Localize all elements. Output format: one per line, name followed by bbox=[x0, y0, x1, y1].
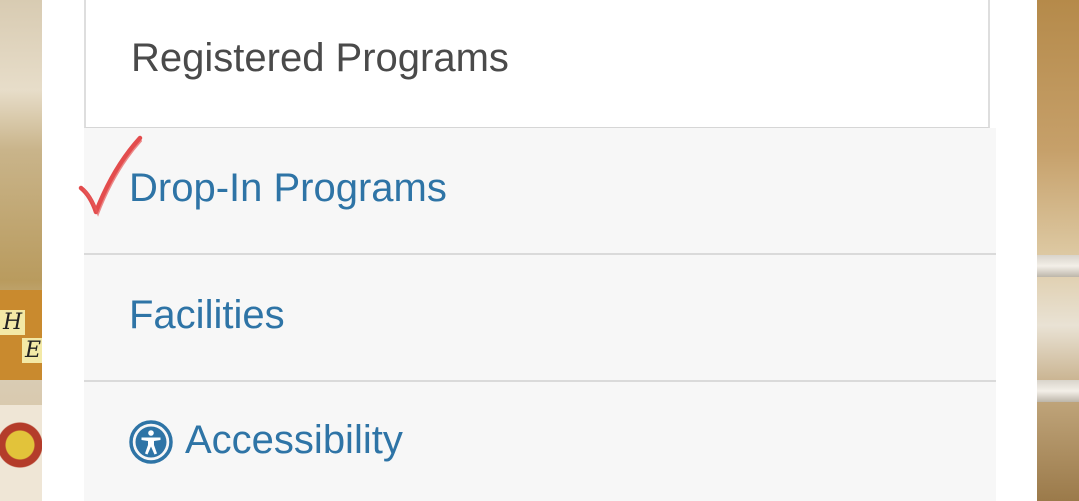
background-sign: H E bbox=[0, 290, 45, 380]
background-artwork bbox=[0, 405, 42, 501]
menu-item-drop-in-programs[interactable]: Drop-In Programs bbox=[84, 128, 996, 255]
accessibility-icon bbox=[129, 420, 173, 464]
navigation-menu: Registered Programs Drop-In Programs Fac… bbox=[84, 0, 996, 501]
background-pipe bbox=[1037, 255, 1079, 277]
menu-item-registered-programs[interactable]: Registered Programs bbox=[84, 0, 990, 128]
menu-item-facilities[interactable]: Facilities bbox=[84, 255, 996, 382]
sign-letter-tile: H bbox=[0, 310, 26, 335]
menu-item-accessibility[interactable]: Accessibility bbox=[84, 382, 996, 501]
background-pipe bbox=[1037, 380, 1079, 402]
menu-item-label: Accessibility bbox=[185, 418, 403, 462]
menu-item-label: Drop-In Programs bbox=[129, 166, 447, 210]
menu-item-label: Facilities bbox=[129, 293, 285, 337]
red-checkmark-annotation bbox=[78, 135, 143, 217]
background-photo-left: H E bbox=[0, 0, 45, 501]
sign-letter-tile: E bbox=[22, 338, 45, 363]
screen: H E Registered Programs Drop-In Programs… bbox=[0, 0, 1079, 501]
menu-item-label: Registered Programs bbox=[131, 36, 509, 80]
background-photo-right bbox=[1037, 0, 1079, 501]
